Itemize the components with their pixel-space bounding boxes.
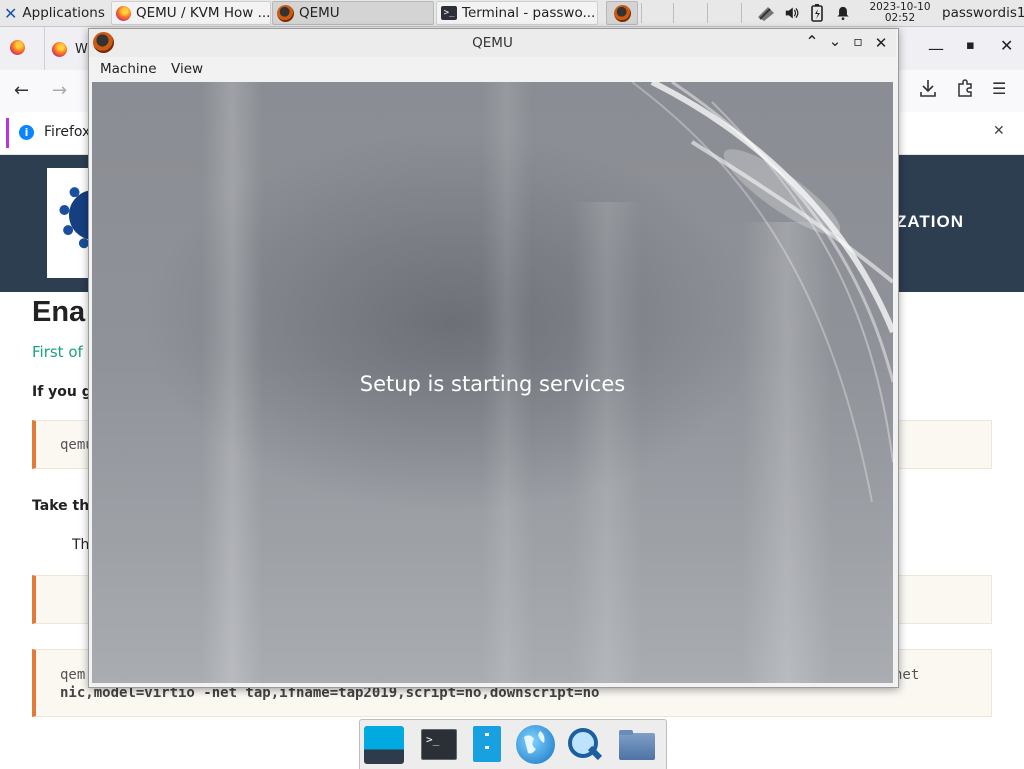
folder-icon[interactable]: [616, 724, 658, 764]
info-bar-text: Firefox: [44, 124, 90, 140]
task-label: QEMU: [299, 5, 340, 21]
taskbar-task-terminal[interactable]: >_ Terminal - passwo...: [436, 1, 598, 25]
close-icon[interactable]: ✕: [873, 34, 889, 52]
network-icon[interactable]: [752, 1, 780, 25]
menu-view[interactable]: View: [171, 61, 203, 77]
user-menu[interactable]: passwordis1: [938, 1, 1024, 25]
browser-icon[interactable]: [514, 724, 556, 764]
info-icon: i: [19, 125, 34, 140]
clock-time: 02:52: [885, 13, 915, 24]
firefox-icon: [10, 40, 25, 55]
qemu-menubar: Machine View: [89, 57, 896, 81]
downloads-icon[interactable]: [920, 79, 936, 101]
top-panel: ✕ Applications ☰ QEMU / KVM How ... QEMU…: [0, 0, 1024, 27]
menu-machine[interactable]: Machine: [100, 61, 157, 77]
minimize-icon[interactable]: —: [928, 39, 944, 58]
workspace-switcher-1[interactable]: [606, 1, 638, 25]
user-name: passwordis1: [942, 5, 1024, 21]
vm-display[interactable]: Setup is starting services: [92, 82, 893, 683]
extensions-icon[interactable]: [956, 79, 974, 101]
qemu-window: QEMU ⌃ ⌄ ▫ ✕ Machine View Setup is start…: [88, 28, 899, 688]
code-text: qem: [60, 667, 85, 683]
firefox-icon: [116, 6, 131, 21]
qemu-icon: [277, 5, 294, 22]
maximize-icon[interactable]: ▪: [966, 38, 975, 53]
workspace-divider: [741, 3, 742, 23]
volume-icon[interactable]: [781, 1, 803, 25]
shade-icon[interactable]: ⌃: [804, 32, 820, 51]
tab-label: W: [75, 42, 88, 57]
tab-divider: [44, 27, 45, 70]
maximize-icon[interactable]: ▫: [850, 34, 866, 50]
app-finder-icon[interactable]: [562, 724, 604, 764]
battery-icon[interactable]: [806, 1, 828, 25]
desktop-icon[interactable]: [362, 724, 404, 764]
setup-status-text: Setup is starting services: [92, 372, 893, 396]
task-label: QEMU / KVM How ...: [136, 5, 270, 21]
task-label: Terminal - passwo...: [462, 5, 595, 21]
close-icon[interactable]: ✕: [1000, 36, 1013, 55]
window-title: QEMU: [89, 35, 896, 51]
browser-tab[interactable]: W: [52, 35, 88, 63]
applications-menu[interactable]: ✕ Applications ☰: [0, 1, 110, 25]
workspace-divider: [641, 3, 642, 23]
forward-icon[interactable]: →: [52, 80, 67, 101]
taskbar-task-firefox[interactable]: QEMU / KVM How ...: [111, 1, 271, 25]
back-icon[interactable]: ←: [14, 80, 29, 101]
applications-label: Applications: [22, 5, 104, 21]
xfce-logo-icon: ✕: [4, 4, 17, 23]
close-icon[interactable]: ✕: [993, 123, 1005, 139]
workspace-divider: [707, 3, 708, 23]
firefox-view-button[interactable]: [10, 40, 25, 55]
firefox-icon: [52, 42, 67, 57]
menu-hamburger-icon[interactable]: ☰: [992, 79, 1006, 98]
qemu-titlebar[interactable]: QEMU ⌃ ⌄ ▫ ✕: [89, 29, 896, 57]
taskbar-task-qemu[interactable]: QEMU: [272, 1, 434, 25]
files-icon[interactable]: [466, 724, 508, 764]
minimize-icon[interactable]: ⌄: [827, 32, 843, 50]
workspace-divider: [673, 3, 674, 23]
page-title: Ena: [32, 296, 85, 329]
header-nav-text[interactable]: ZATION: [896, 212, 964, 232]
clock[interactable]: 2023-10-10 02:52: [862, 1, 938, 25]
terminal-icon: >_: [441, 6, 457, 20]
qemu-icon: [614, 5, 631, 22]
dock: >_: [359, 719, 667, 769]
paragraph-text: Th: [72, 537, 89, 553]
terminal-icon[interactable]: >_: [418, 724, 460, 764]
notification-bell-icon[interactable]: [832, 1, 854, 25]
